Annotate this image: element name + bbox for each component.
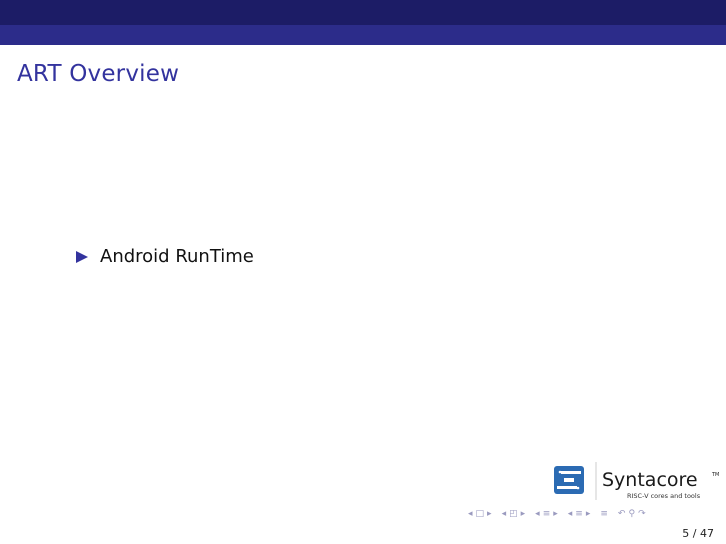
nav-back-icon[interactable]: ↶ bbox=[618, 510, 626, 519]
nav-section-icon[interactable]: ≡ bbox=[543, 510, 551, 519]
header-band-top bbox=[0, 0, 726, 25]
nav-subsection-icon[interactable]: ◰ bbox=[509, 510, 518, 519]
nav-section-group: ◂ ≡ ▸ bbox=[535, 510, 558, 519]
nav-frame-icon[interactable]: □ bbox=[476, 510, 485, 519]
triangle-bullet-icon bbox=[76, 250, 88, 263]
nav-next-icon[interactable]: ▸ bbox=[521, 510, 526, 519]
bullet-item: Android RunTime bbox=[76, 246, 254, 267]
nav-align-icon[interactable]: ≡ bbox=[600, 510, 608, 519]
logo-wordmark: Syntacore bbox=[602, 469, 698, 491]
slide: ART Overview Android RunTime Syntacore T… bbox=[0, 0, 726, 544]
page-number: 5 / 47 bbox=[682, 527, 714, 540]
nav-next-icon[interactable]: ▸ bbox=[586, 510, 591, 519]
nav-prev-icon[interactable]: ◂ bbox=[468, 510, 473, 519]
syntacore-logo: Syntacore TM RISC-V cores and tools bbox=[554, 462, 719, 500]
syntacore-emblem-icon bbox=[554, 466, 584, 494]
header-band-bottom bbox=[0, 25, 726, 45]
logo-trademark: TM bbox=[711, 472, 719, 478]
nav-prev-icon[interactable]: ◂ bbox=[502, 510, 507, 519]
bullet-text: Android RunTime bbox=[100, 246, 254, 267]
nav-prev-icon[interactable]: ◂ bbox=[568, 510, 573, 519]
beamer-navigation: ◂ □ ▸ ◂ ◰ ▸ ◂ ≡ ▸ ◂ ≡ ▸ ≡ ↶ ⚲ ↷ bbox=[468, 510, 652, 519]
nav-search-group: ↶ ⚲ ↷ bbox=[618, 510, 646, 519]
frame-title: ART Overview bbox=[17, 61, 180, 87]
nav-search-icon[interactable]: ⚲ bbox=[628, 510, 635, 519]
nav-subsection-group: ◂ ◰ ▸ bbox=[502, 510, 526, 519]
nav-prev-icon[interactable]: ◂ bbox=[535, 510, 540, 519]
nav-frame-group: ◂ □ ▸ bbox=[468, 510, 492, 519]
nav-misc-group: ≡ bbox=[600, 510, 608, 519]
nav-section-icon[interactable]: ≡ bbox=[575, 510, 583, 519]
nav-part-group: ◂ ≡ ▸ bbox=[568, 510, 591, 519]
nav-next-icon[interactable]: ▸ bbox=[553, 510, 558, 519]
logo-tagline: RISC-V cores and tools bbox=[627, 492, 701, 500]
nav-forward-icon[interactable]: ↷ bbox=[638, 510, 646, 519]
nav-next-icon[interactable]: ▸ bbox=[487, 510, 492, 519]
